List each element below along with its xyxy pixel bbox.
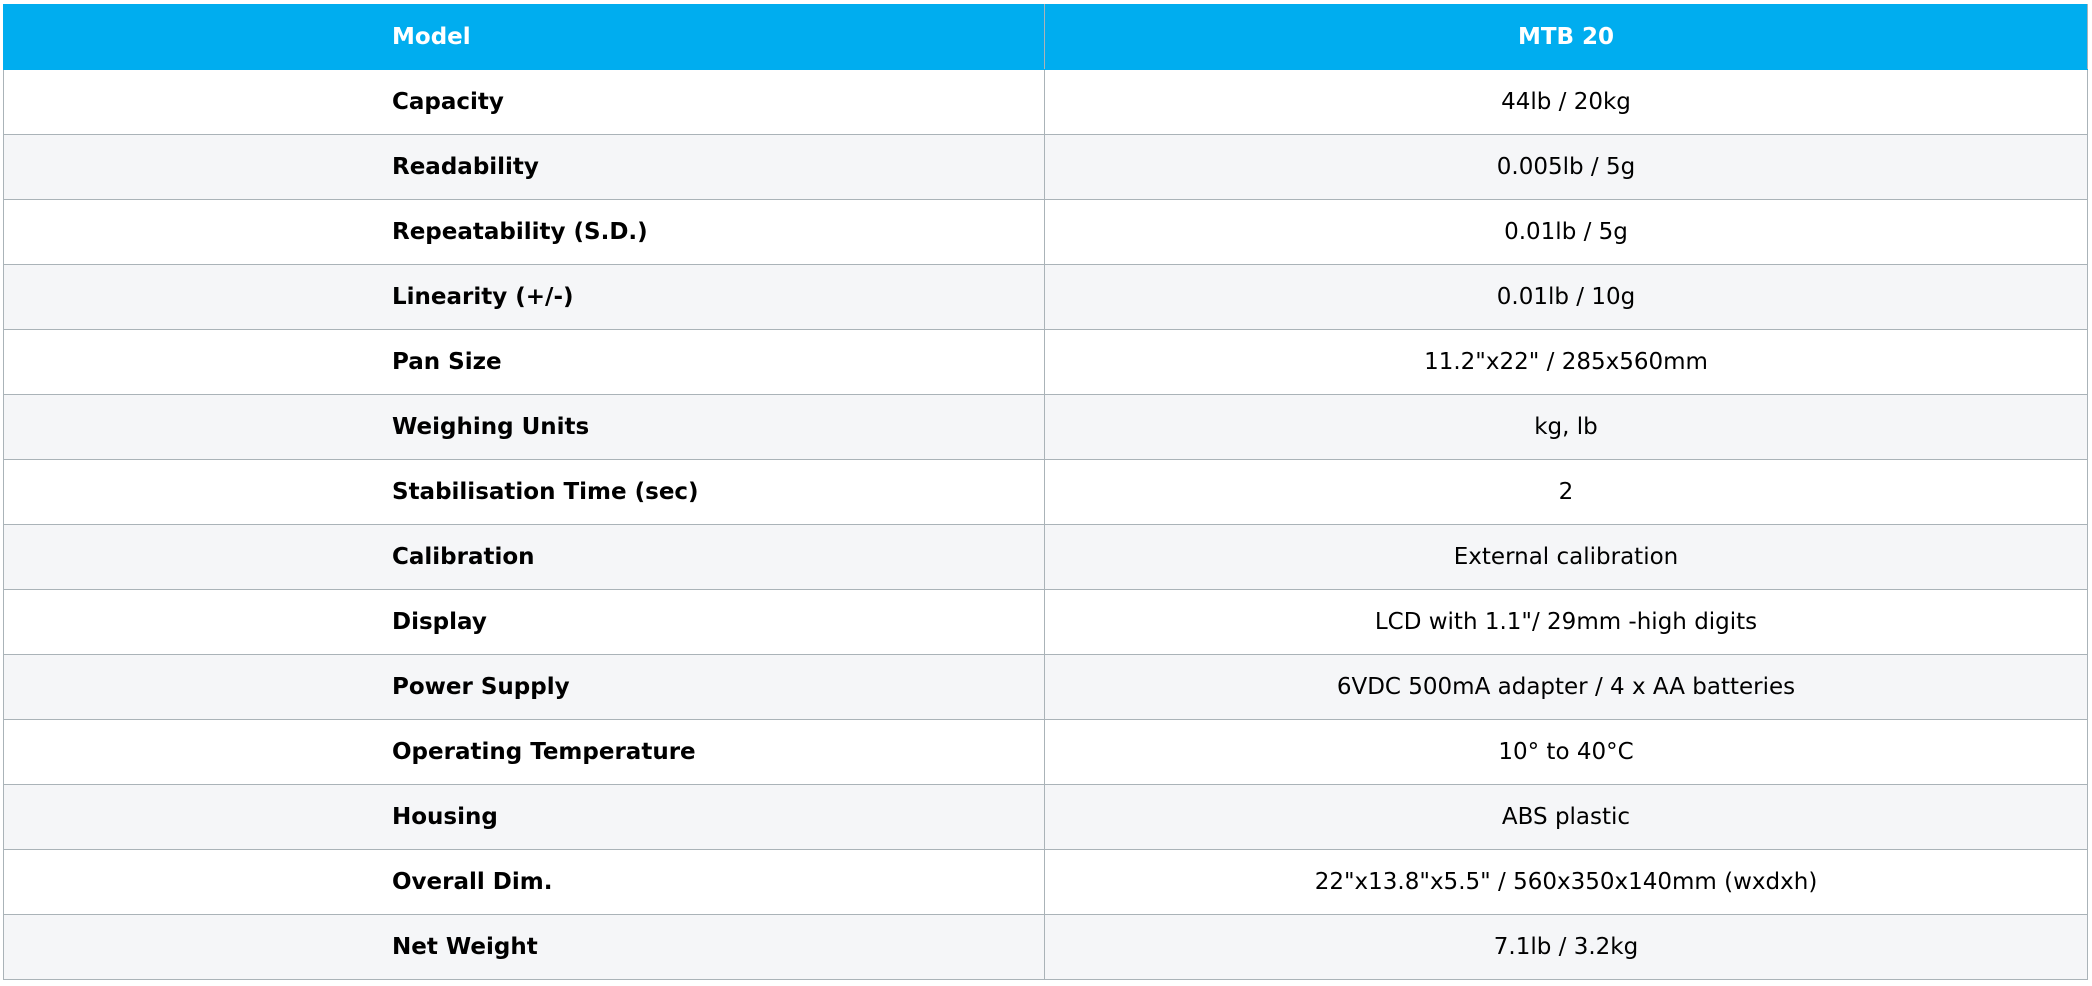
spec-value: 0.005lb / 5g [1044,134,2088,200]
spec-value: 7.1lb / 3.2kg [1044,914,2088,980]
spec-label: Housing [3,784,1045,850]
spec-label: Readability [3,134,1045,200]
table-row: Readability 0.005lb / 5g [3,134,2088,200]
spec-value: 44lb / 20kg [1044,69,2088,135]
spec-value: 6VDC 500mA adapter / 4 x AA batteries [1044,654,2088,720]
table-row: Capacity 44lb / 20kg [3,69,2088,135]
spec-value: LCD with 1.1"/ 29mm -high digits [1044,589,2088,655]
spec-value: kg, lb [1044,394,2088,460]
spec-value: 11.2"x22" / 285x560mm [1044,329,2088,395]
spec-value: 10° to 40°C [1044,719,2088,785]
table-row: Linearity (+/-) 0.01lb / 10g [3,264,2088,330]
header-row: Model MTB 20 [3,4,2088,70]
spec-value: External calibration [1044,524,2088,590]
spec-label: Display [3,589,1045,655]
table-row: Operating Temperature 10° to 40°C [3,719,2088,785]
spec-label: Capacity [3,69,1045,135]
table-row: Calibration External calibration [3,524,2088,590]
spec-table-header: Model MTB 20 [3,4,2088,70]
spec-label: Operating Temperature [3,719,1045,785]
spec-label: Weighing Units [3,394,1045,460]
header-model-label: Model [3,4,1045,70]
table-row: Overall Dim. 22"x13.8"x5.5" / 560x350x14… [3,849,2088,915]
spec-table-body: Capacity 44lb / 20kg Readability 0.005lb… [3,69,2088,980]
table-row: Housing ABS plastic [3,784,2088,850]
spec-table: Model MTB 20 Capacity 44lb / 20kg Readab… [3,4,2088,980]
spec-value: 0.01lb / 10g [1044,264,2088,330]
header-model-value: MTB 20 [1044,4,2088,70]
spec-label: Net Weight [3,914,1045,980]
spec-label: Calibration [3,524,1045,590]
table-row: Net Weight 7.1lb / 3.2kg [3,914,2088,980]
table-row: Power Supply 6VDC 500mA adapter / 4 x AA… [3,654,2088,720]
spec-label: Power Supply [3,654,1045,720]
spec-label: Linearity (+/-) [3,264,1045,330]
spec-value: 22"x13.8"x5.5" / 560x350x140mm (wxdxh) [1044,849,2088,915]
spec-label: Pan Size [3,329,1045,395]
spec-label: Repeatability (S.D.) [3,199,1045,265]
spec-value: 2 [1044,459,2088,525]
table-row: Pan Size 11.2"x22" / 285x560mm [3,329,2088,395]
table-row: Repeatability (S.D.) 0.01lb / 5g [3,199,2088,265]
spec-value: ABS plastic [1044,784,2088,850]
table-row: Display LCD with 1.1"/ 29mm -high digits [3,589,2088,655]
spec-label: Overall Dim. [3,849,1045,915]
table-row: Weighing Units kg, lb [3,394,2088,460]
spec-value: 0.01lb / 5g [1044,199,2088,265]
table-row: Stabilisation Time (sec) 2 [3,459,2088,525]
spec-label: Stabilisation Time (sec) [3,459,1045,525]
